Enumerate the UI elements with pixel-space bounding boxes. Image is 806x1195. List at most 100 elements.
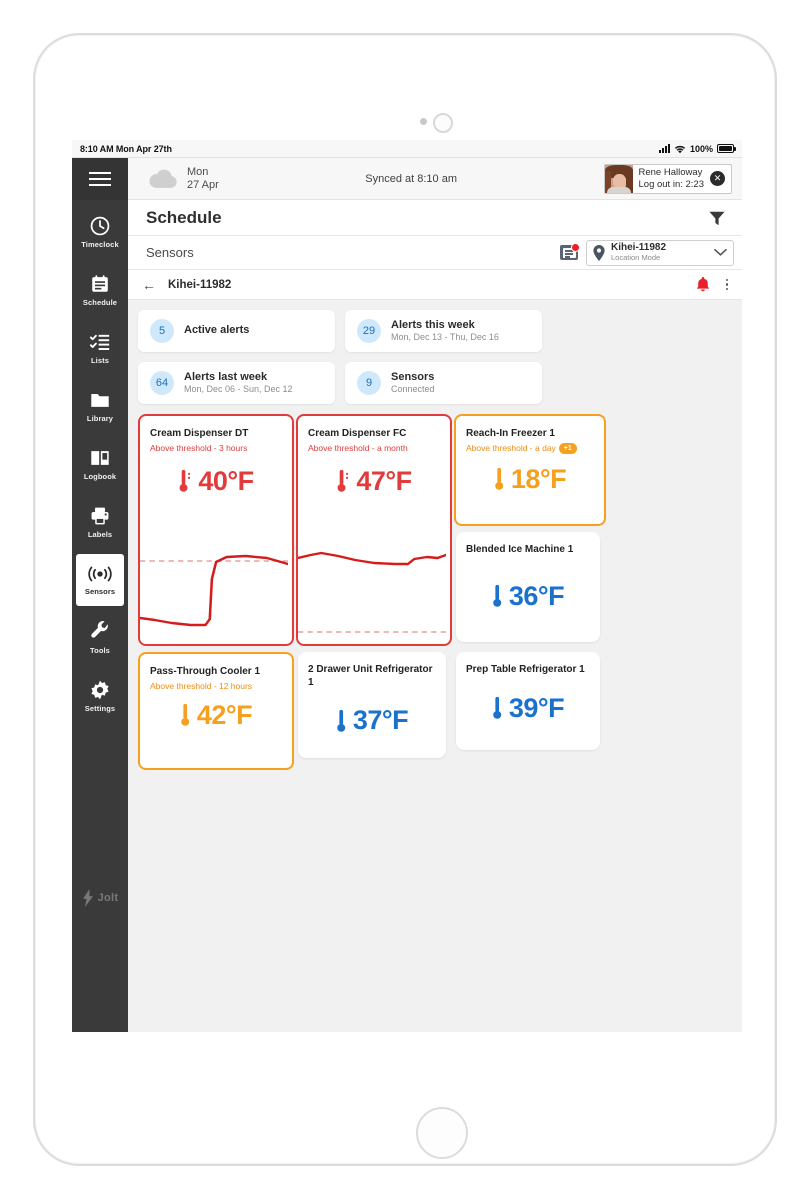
battery-percent-label: 100% [689,143,713,154]
stat-count: 64 [150,371,174,395]
app-screen: 8:10 AM Mon Apr 27th 100% Timeclock Sche… [72,140,742,1032]
stat-card-alerts-this-week[interactable]: 29 Alerts this week Mon, Dec 13 - Thu, D… [345,310,542,352]
battery-full-icon [717,144,736,153]
stat-title: Alerts last week [184,370,268,383]
logout-timer: Log out in: 2:23 [638,178,705,190]
sidebar-label-logbook: Logbook [83,472,117,481]
sensor-name: Cream Dispenser DT [150,428,249,439]
chevron-down-icon [714,248,727,256]
sensors-dashboard: 5 Active alerts 29 Alerts this week Mon,… [128,300,742,1032]
extra-alerts-badge: +1 [558,442,577,454]
header-date-value: 27 Apr [187,178,219,191]
sidebar-item-timeclock[interactable]: Timeclock [76,206,124,258]
sensor-card-pass-through-cooler-1[interactable]: Pass-Through Cooler 1 Above threshold - … [138,652,294,770]
stats-row: 5 Active alerts 29 Alerts this week Mon,… [138,310,542,404]
sensor-sparkline-chart [298,551,446,633]
sensor-temperature: 42°F [196,699,253,730]
schedule-bar: Schedule [128,200,742,236]
wrench-icon [91,621,108,638]
thermometer-icon [493,696,502,719]
sidebar-item-logbook[interactable]: Logbook [76,438,124,490]
sensor-name: Prep Table Refrigerator 1 [466,664,585,675]
sidebar-item-schedule[interactable]: Schedule [76,264,124,316]
stat-count: 9 [357,371,381,395]
sensor-temperature: 36°F [508,580,565,611]
ambient-sensor-dot [420,118,427,125]
more-vertical-icon[interactable] [724,277,731,293]
location-selector[interactable]: Kihei-11982 Location Mode [586,239,734,266]
user-name: Rene Halloway [638,167,703,179]
breadcrumb: ← Kihei-11982 [128,270,742,300]
thermometer-icon [495,468,504,491]
sensor-status: Above threshold - 3 hours [150,442,248,453]
gear-icon [91,680,109,700]
stat-subtitle: Mon, Dec 06 - Sun, Dec 12 [184,384,293,395]
stat-count: 5 [150,319,174,343]
sensor-name: Pass-Through Cooler 1 [150,666,261,677]
home-button[interactable] [416,1107,468,1159]
sensor-card-cream-dispenser-fc[interactable]: Cream Dispenser FC Above threshold - a m… [296,414,452,646]
stat-title: Alerts this week [391,318,475,331]
stat-title: Active alerts [184,324,250,337]
news-notification-icon[interactable] [560,243,580,260]
wifi-icon [674,145,686,153]
sidebar-item-tools[interactable]: Tools [76,612,124,664]
stat-subtitle: Mon, Dec 13 - Thu, Dec 16 [391,332,499,343]
sensor-temperature-row: 18°F [456,464,604,495]
book-icon [91,451,109,465]
sensor-name: Reach-In Freezer 1 [466,428,555,439]
sidebar-item-lists[interactable]: Lists [76,322,124,374]
sensor-temperature-row: 36°F [456,581,600,612]
close-icon[interactable]: ✕ [710,171,725,186]
sensor-temperature: 37°F [352,705,409,735]
checklist-icon [89,334,110,350]
thermometer-icon [493,584,502,607]
thermometer-alert-icon [179,470,191,493]
stat-card-sensors-connected[interactable]: 9 Sensors Connected [345,362,542,404]
sensor-name: Blended Ice Machine 1 [466,544,574,555]
status-bar-time: 8:10 AM Mon Apr 27th [80,143,172,154]
sensor-card-prep-table-refrigerator-1[interactable]: Prep Table Refrigerator 1 39°F [456,652,600,750]
cloud-icon [149,169,177,188]
filter-funnel-icon[interactable] [708,209,726,227]
header-day: Mon [187,165,209,178]
stat-card-alerts-last-week[interactable]: 64 Alerts last week Mon, Dec 06 - Sun, D… [138,362,335,404]
sensor-card-reach-in-freezer-1[interactable]: Reach-In Freezer 1 Above threshold - a d… [454,414,606,526]
sensor-card-cream-dispenser-dt[interactable]: Cream Dispenser DT Above threshold - 3 h… [138,414,294,646]
sensor-card-blended-ice-machine-1[interactable]: Blended Ice Machine 1 36°F [456,532,600,642]
bell-alert-icon[interactable] [696,277,710,292]
signal-bars-icon [658,144,670,153]
sensor-name: Cream Dispenser FC [308,428,407,439]
front-camera-icon [433,113,453,133]
sidebar-label-timeclock: Timeclock [81,240,119,249]
sensor-status: Above threshold - 12 hours [150,680,253,691]
arrow-left-icon[interactable]: ← [142,278,156,292]
sensor-status-row: Above threshold - a day +1 [456,441,604,454]
sensor-card-2-drawer-unit-refrigerator-1[interactable]: 2 Drawer Unit Refrigerator 1 37°F [298,652,446,758]
stat-card-active-alerts[interactable]: 5 Active alerts [138,310,335,352]
sensor-temperature: 39°F [508,692,565,723]
sidebar-item-library[interactable]: Library [76,380,124,432]
sensor-temperature-row: 39°F [456,693,600,724]
sidebar-item-settings[interactable]: Settings [76,670,124,722]
sidebar-label-library: Library [86,414,114,423]
sidebar-label-schedule: Schedule [82,298,118,307]
sensor-temperature-row: 37°F [298,705,446,736]
sensor-name: 2 Drawer Unit Refrigerator 1 [308,664,433,688]
user-chip[interactable]: Rene Halloway Log out in: 2:23 ✕ [603,163,732,194]
sync-status-label: Synced at 8:10 am [365,172,458,185]
label-printer-icon [91,507,109,525]
thermometer-icon [337,709,346,732]
sensor-temperature: 47°F [356,465,412,496]
sensor-status: Above threshold - a month [308,442,408,453]
page-title: Schedule [146,207,222,227]
calendar-icon [92,275,108,292]
hamburger-menu-icon[interactable] [72,158,128,200]
sidebar-item-labels[interactable]: Labels [76,496,124,548]
sensor-temperature: 18°F [510,463,567,494]
app-header: Mon 27 Apr Synced at 8:10 am Rene Hallow… [128,158,742,200]
stat-count: 29 [357,319,381,343]
sidebar-item-sensors[interactable]: Sensors [76,554,124,606]
sidebar-label-settings: Settings [84,704,116,713]
thermometer-icon [181,704,190,727]
